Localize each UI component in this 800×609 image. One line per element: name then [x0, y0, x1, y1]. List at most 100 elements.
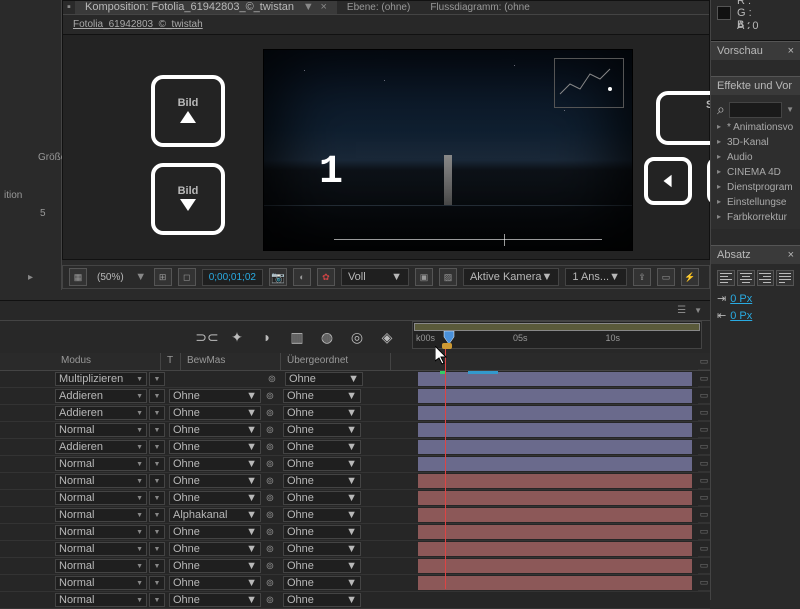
zoom-level[interactable]: (50%)	[93, 272, 128, 283]
trackmat-toggle[interactable]: ▼	[149, 525, 165, 539]
trackmat-toggle[interactable]: ▼	[149, 474, 165, 488]
trackmat-select[interactable]: Ohne▼	[169, 525, 261, 539]
transparency-button[interactable]: ▨	[439, 268, 457, 286]
pickwhip-icon[interactable]: ⊚	[263, 457, 277, 471]
align-left-button[interactable]	[717, 270, 735, 286]
parent-select[interactable]: Ohne▼	[283, 423, 361, 437]
time-ruler[interactable]: k00s 05s 10s	[412, 321, 702, 349]
pickwhip-icon[interactable]: ⊚	[263, 576, 277, 590]
layer-row[interactable]: Normal▼▼Ohne▼⊚Ohne▼	[0, 473, 710, 490]
dropdown-icon[interactable]: ▼	[694, 306, 702, 315]
parent-select[interactable]: Ohne▼	[283, 593, 361, 607]
tree-item[interactable]: * Animationsvo	[715, 120, 796, 135]
pickwhip-icon[interactable]: ⊚	[263, 474, 277, 488]
trackmat-select[interactable]: Ohne▼	[169, 593, 261, 607]
blend-mode-select[interactable]: Addieren▼	[55, 406, 147, 420]
parent-select[interactable]: Ohne▼	[283, 440, 361, 454]
pickwhip-icon[interactable]: ⊚	[263, 389, 277, 403]
layer-switch[interactable]: ▭	[698, 489, 710, 506]
views-select[interactable]: 1 Ans...▼	[565, 268, 627, 286]
indent-first-value[interactable]: 0 Px	[730, 310, 752, 322]
layer-switch[interactable]: ▭	[698, 506, 710, 523]
layer-switch[interactable]: ▭	[698, 574, 710, 591]
layer-switch[interactable]: ▭	[698, 370, 710, 387]
trackmat-select[interactable]: Alphakanal▼	[169, 508, 261, 522]
layer-row[interactable]: Addieren▼▼Ohne▼⊚Ohne▼	[0, 405, 710, 422]
trackmat-toggle[interactable]: ▼	[149, 372, 165, 386]
blend-mode-select[interactable]: Addieren▼	[55, 389, 147, 403]
layout-button[interactable]: ⊞	[154, 268, 172, 286]
trackmat-toggle[interactable]: ▼	[149, 542, 165, 556]
tab-flowchart[interactable]: Flussdiagramm: (ohne	[420, 1, 539, 14]
layer-row[interactable]: Normal▼▼Ohne▼⊚Ohne▼	[0, 524, 710, 541]
trackmat-toggle[interactable]: ▼	[149, 508, 165, 522]
close-icon[interactable]: ×	[320, 1, 326, 13]
col-parent[interactable]: Übergeordnet	[281, 353, 391, 370]
trackmat-select[interactable]: Ohne▼	[169, 576, 261, 590]
work-area-bar[interactable]	[414, 323, 700, 331]
layer-switch[interactable]: ▭	[698, 523, 710, 540]
safe-zones-button[interactable]: ◻	[178, 268, 196, 286]
camera-select[interactable]: Aktive Kamera▼	[463, 268, 559, 286]
blend-mode-select[interactable]: Normal▼	[55, 457, 147, 471]
tool-sparkle-icon[interactable]: ✦	[228, 328, 246, 346]
timecode-field[interactable]: 0;00;01;02	[202, 269, 263, 286]
blend-mode-select[interactable]: Addieren▼	[55, 440, 147, 454]
parent-select[interactable]: Ohne▼	[283, 389, 361, 403]
tool-3d-icon[interactable]: ◈	[378, 328, 396, 346]
blend-mode-select[interactable]: Normal▼	[55, 508, 147, 522]
preview-panel-tab[interactable]: Vorschau×	[711, 41, 800, 60]
trackmat-select[interactable]: Ohne▼	[169, 389, 261, 403]
layer-row[interactable]: Normal▼▼Ohne▼⊚Ohne▼	[0, 575, 710, 592]
justify-last-left-button[interactable]	[776, 270, 794, 286]
trackmat-select[interactable]: Ohne▼	[169, 542, 261, 556]
parent-select[interactable]: Ohne▼	[283, 559, 361, 573]
dropdown-icon[interactable]: ▼	[303, 1, 314, 13]
pickwhip-icon[interactable]: ⊚	[263, 423, 277, 437]
close-icon[interactable]: ×	[788, 249, 794, 261]
layer-switch[interactable]: ▭	[698, 421, 710, 438]
layer-row[interactable]: Normal▼▼Ohne▼⊚Ohne▼	[0, 422, 710, 439]
col-mode[interactable]: Modus	[55, 353, 161, 370]
tree-item[interactable]: Audio	[715, 150, 796, 165]
blend-mode-select[interactable]: Normal▼	[55, 559, 147, 573]
trackmat-toggle[interactable]: ▼	[149, 440, 165, 454]
tool-adjustment-icon[interactable]: ◎	[348, 328, 366, 346]
tool-splice-icon[interactable]: ⊃⊂	[198, 328, 216, 346]
tree-item[interactable]: Farbkorrektur	[715, 210, 796, 225]
dropdown-icon[interactable]: ▼	[786, 105, 794, 114]
blend-mode-select[interactable]: Normal▼	[55, 474, 147, 488]
layer-row[interactable]: Normal▼▼Ohne▼⊚Ohne▼	[0, 541, 710, 558]
layer-switch[interactable]: ▭	[698, 540, 710, 557]
blend-mode-select[interactable]: Normal▼	[55, 423, 147, 437]
tool-mask-icon[interactable]: ◗	[258, 328, 276, 346]
parent-select[interactable]: Ohne▼	[285, 372, 363, 386]
expand-icon[interactable]: ▸	[28, 272, 33, 283]
trackmat-toggle[interactable]: ▼	[149, 576, 165, 590]
absatz-panel-tab[interactable]: Absatz×	[711, 245, 800, 264]
trackmat-select[interactable]: Ohne▼	[169, 559, 261, 573]
trackmat-toggle[interactable]: ▼	[149, 457, 165, 471]
pickwhip-icon[interactable]: ⊚	[263, 508, 277, 522]
layer-switch[interactable]: ▭	[698, 557, 710, 574]
current-time-indicator[interactable]	[445, 349, 446, 589]
layer-switch[interactable]: ▭	[698, 438, 710, 455]
blend-mode-select[interactable]: Normal▼	[55, 491, 147, 505]
pixel-aspect-button[interactable]: ▭	[657, 268, 675, 286]
layer-switch[interactable]: ▭	[698, 353, 710, 370]
tab-composition[interactable]: Komposition: Fotolia_61942803_©_twistan …	[75, 1, 337, 14]
col-trackmat[interactable]: BewMas	[181, 353, 281, 370]
trackmat-select[interactable]: Ohne▼	[169, 491, 261, 505]
trackmat-select[interactable]: Ohne▼	[169, 457, 261, 471]
tree-item[interactable]: Einstellungse	[715, 195, 796, 210]
trackmat-select[interactable]: Ohne▼	[169, 440, 261, 454]
pickwhip-icon[interactable]: ⊚	[263, 559, 277, 573]
effects-panel-tab[interactable]: Effekte und Vor	[711, 76, 800, 95]
layer-switch[interactable]: ▭	[698, 387, 710, 404]
align-center-button[interactable]	[737, 270, 755, 286]
pickwhip-icon[interactable]: ⊚	[263, 491, 277, 505]
layer-row[interactable]: Normal▼▼Ohne▼⊚Ohne▼	[0, 456, 710, 473]
blend-mode-select[interactable]: Normal▼	[55, 576, 147, 590]
effects-search-input[interactable]	[729, 102, 782, 118]
pickwhip-icon[interactable]: ⊚	[263, 542, 277, 556]
